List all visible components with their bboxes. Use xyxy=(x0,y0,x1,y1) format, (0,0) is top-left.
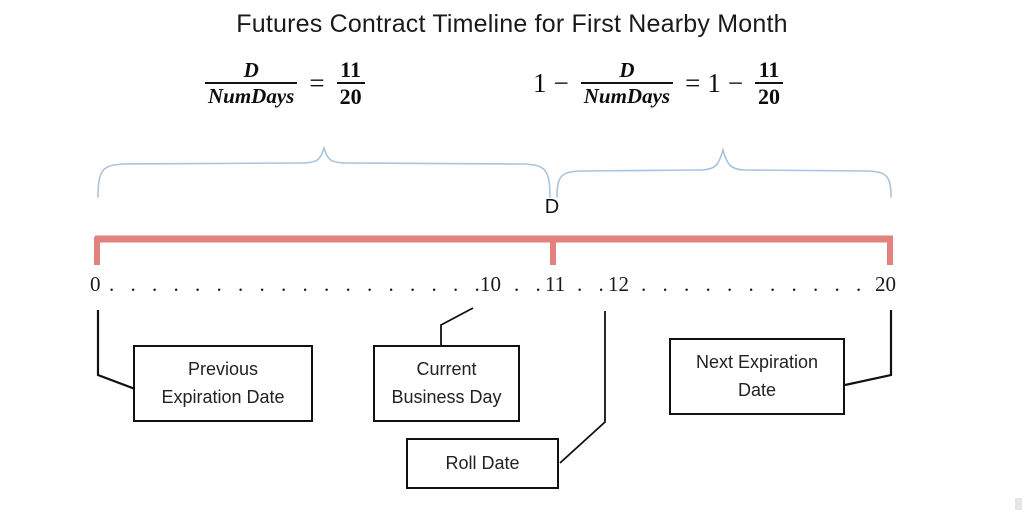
label-box-current-business-day[interactable]: Current Business Day xyxy=(373,345,520,422)
label-line-1: Previous xyxy=(187,358,259,379)
label-line-2: Business Day xyxy=(391,386,502,407)
label-line-1: Current xyxy=(416,358,477,379)
connector-roll-date xyxy=(559,311,606,464)
label-line-1: Next Expiration xyxy=(695,351,819,372)
label-box-previous-expiration-date[interactable]: Previous Expiration Date xyxy=(133,345,313,422)
page-corner-mark xyxy=(1015,498,1022,510)
label-box-roll-date[interactable]: Roll Date xyxy=(406,438,559,489)
label-box-next-expiration-date[interactable]: Next Expiration Date xyxy=(669,338,845,415)
label-line-2: Expiration Date xyxy=(161,386,285,407)
connector-next-expiration xyxy=(844,310,893,387)
label-line-2: Date xyxy=(737,379,777,400)
connector-group xyxy=(96,307,893,464)
connector-current-business-day xyxy=(440,307,474,345)
label-line-1: Roll Date xyxy=(445,452,520,473)
connector-previous-expiration xyxy=(96,310,136,391)
diagram-canvas: Futures Contract Timeline for First Near… xyxy=(0,0,1024,512)
